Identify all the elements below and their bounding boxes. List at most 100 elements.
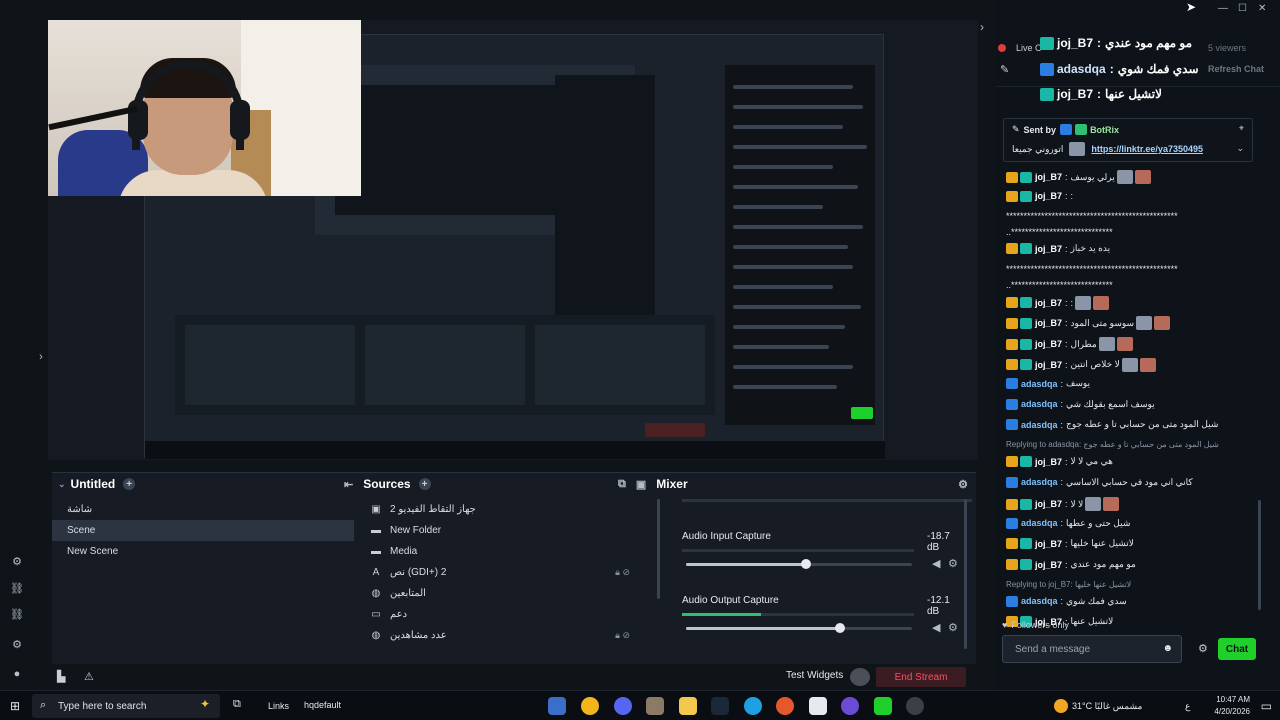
left-rail: ⚙ ⛓ ⛓ ⚙ ● › — [0, 0, 52, 690]
obs-icon[interactable] — [906, 697, 924, 715]
scene-item[interactable]: شاشة — [52, 499, 354, 520]
unpin-icon[interactable]: ⌖ — [1239, 123, 1244, 134]
chat-username[interactable]: joj_B7 — [1035, 172, 1062, 182]
chat-message: adasdqa: شيل المود متى من حسابي تا و عطه … — [1006, 419, 1256, 431]
task-view-icon[interactable]: ⧉ — [233, 698, 241, 711]
volume-slider-knob[interactable] — [834, 623, 845, 633]
pin-link[interactable]: https://linktr.ee/ya7350495 — [1091, 144, 1203, 154]
chat-username[interactable]: joj_B7 — [1035, 499, 1062, 509]
mixer-settings-icon[interactable]: ⚙ — [958, 478, 968, 491]
game-icon[interactable] — [646, 697, 664, 715]
tweak-icon[interactable]: ⚙ — [10, 554, 24, 568]
source-item[interactable]: A نص (GDI+) 2 🔒︎ ⊘ — [370, 562, 660, 583]
chevron-right-icon[interactable]: › — [980, 20, 984, 34]
language-indicator[interactable]: ع — [1185, 701, 1190, 712]
add-source-icon[interactable]: + — [418, 478, 431, 490]
sources-scrollbar[interactable] — [657, 499, 660, 599]
windows-start-icon[interactable]: ⊞ — [10, 699, 20, 713]
edit-icon[interactable]: ✎ — [1000, 63, 1009, 76]
edge-icon[interactable] — [744, 697, 762, 715]
chat-username[interactable]: joj_B7 — [1035, 360, 1062, 370]
profile-toolbar[interactable]: hqdefault — [304, 700, 341, 710]
chat-username[interactable]: joj_B7 — [1035, 318, 1062, 328]
source-item[interactable]: ▣ جهاز التقاط الفيديو 2 — [370, 499, 660, 520]
firefox-icon[interactable] — [776, 697, 794, 715]
popout-icon[interactable]: ▣ — [636, 478, 646, 491]
connect-icon[interactable]: ⛓ — [10, 607, 24, 621]
channel-settings-icon[interactable]: ⚙ — [948, 557, 958, 570]
alert-icon[interactable]: ⚠ — [84, 670, 94, 683]
add-scene-icon[interactable]: + — [123, 478, 136, 490]
chevron-right-icon[interactable]: › — [34, 350, 48, 364]
chevron-down-icon[interactable]: ⌄ — [58, 479, 66, 490]
notification-icon[interactable]: ▭ — [1261, 699, 1272, 713]
scene-item-active[interactable]: Scene — [52, 520, 354, 541]
chat-username[interactable]: adasdqa — [1021, 518, 1058, 528]
mixer-dock-header: ⧉ ▣ Mixer ⚙ — [618, 473, 974, 495]
source-item[interactable]: ◍ المتابعين — [370, 583, 660, 604]
steam-icon[interactable] — [711, 697, 729, 715]
clock[interactable]: 10:47 AM 4/20/2026 — [1214, 694, 1250, 718]
test-widgets-button[interactable]: Test Widgets — [786, 670, 843, 681]
taskbar-search[interactable]: ⌕ Type here to search ✦ — [32, 694, 220, 718]
chevron-down-icon[interactable]: ⌄ — [1236, 143, 1244, 154]
stats-icon[interactable]: ▙ — [57, 670, 65, 683]
chat-send-button[interactable]: Chat — [1218, 638, 1256, 660]
collapse-icon[interactable]: ⇤ — [344, 478, 353, 491]
source-item[interactable]: ◍ عدد مشاهدين 🔒︎ ⊘ — [370, 625, 660, 646]
chat-scrollbar[interactable] — [1258, 500, 1261, 610]
speaker-icon[interactable]: ◀ — [932, 621, 940, 634]
chat-username[interactable]: joj_B7 — [1035, 457, 1062, 467]
volume-slider[interactable] — [686, 559, 912, 569]
app-icon[interactable] — [841, 697, 859, 715]
capcut-icon[interactable] — [809, 697, 827, 715]
chat-username[interactable]: adasdqa — [1021, 420, 1058, 430]
links-toolbar[interactable]: Links — [268, 701, 289, 711]
profile-icon[interactable]: ● — [10, 667, 24, 681]
sources-list: ▣ جهاز التقاط الفيديو 2 ▬ New Folder ▬ Medi… — [370, 499, 660, 646]
channel-settings-icon[interactable]: ⚙ — [948, 621, 958, 634]
emoji-icon[interactable]: ☻ — [1162, 643, 1173, 654]
chat-username[interactable]: joj_B7 — [1035, 298, 1062, 308]
mod-badge-icon — [1020, 190, 1032, 202]
scene-item[interactable]: New Scene — [52, 541, 354, 562]
end-stream-button[interactable]: End Stream — [876, 667, 966, 687]
rec-icon[interactable] — [850, 668, 870, 686]
chat-username[interactable]: adasdqa — [1021, 379, 1058, 389]
mixer-scrollbar[interactable] — [964, 499, 967, 649]
chat-message: joj_B7:: — [1006, 190, 1256, 202]
close-icon[interactable]: ✕ — [1258, 3, 1266, 14]
volume-slider[interactable] — [686, 623, 912, 633]
chat-username[interactable]: adasdqa — [1021, 399, 1058, 409]
chat-username[interactable]: adasdqa — [1021, 596, 1058, 606]
send-message-input[interactable]: Send a message ☻ — [1002, 635, 1182, 663]
maximize-icon[interactable]: ☐ — [1238, 3, 1247, 14]
chat-username[interactable]: adasdqa — [1021, 477, 1058, 487]
kick-icon[interactable] — [874, 697, 892, 715]
link-icon[interactable]: ⛓ — [10, 581, 24, 595]
speaker-icon[interactable]: ◀ — [932, 557, 940, 570]
chat-username[interactable]: joj_B7 — [1035, 539, 1062, 549]
source-item[interactable]: ▬ New Folder — [370, 520, 660, 541]
chat-settings-icon[interactable]: ⚙ — [1198, 642, 1208, 655]
weather-text[interactable]: 31°C مشمس غالبًا — [1072, 701, 1142, 712]
chat-message-text: كاني اني مود في حسابي الاساسي — [1066, 476, 1193, 487]
lock-icon[interactable]: 🔒︎ ⊘ — [615, 567, 630, 578]
app-icon[interactable] — [548, 697, 566, 715]
refresh-chat-button[interactable]: Refresh Chat — [1208, 64, 1264, 74]
copy-icon[interactable]: ⧉ — [618, 478, 626, 491]
discord-icon[interactable] — [614, 697, 632, 715]
lock-icon[interactable]: 🔒︎ ⊘ — [615, 630, 630, 641]
minimize-icon[interactable]: — — [1218, 3, 1228, 14]
source-item[interactable]: ▭ دعم — [370, 604, 660, 625]
file-explorer-icon[interactable] — [679, 697, 697, 715]
settings-icon[interactable]: ⚙ — [10, 637, 24, 651]
volume-meter — [682, 549, 914, 552]
chat-username[interactable]: joj_B7 — [1035, 244, 1062, 254]
chat-username[interactable]: joj_B7 — [1035, 191, 1062, 201]
volume-slider-knob[interactable] — [800, 559, 811, 569]
chat-username[interactable]: joj_B7 — [1035, 560, 1062, 570]
chat-username[interactable]: joj_B7 — [1035, 339, 1062, 349]
source-item[interactable]: ▬ Media — [370, 541, 660, 562]
chrome-icon[interactable] — [581, 697, 599, 715]
